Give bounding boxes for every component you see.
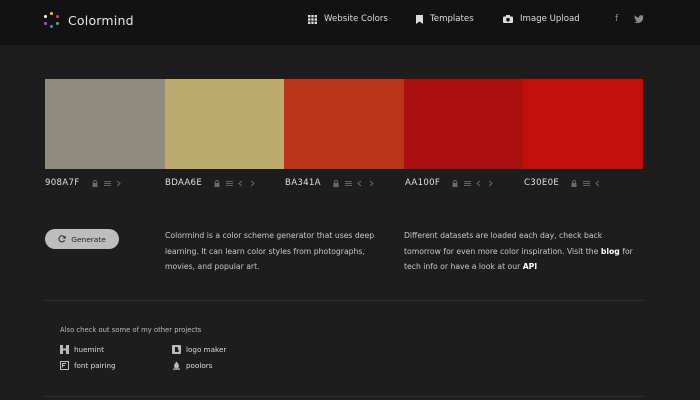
chevron-left-icon[interactable] [476, 180, 482, 187]
brand-name: Colormind [68, 12, 134, 28]
font-pairing-icon [60, 361, 69, 370]
project-link-huemint[interactable]: huemint [60, 345, 104, 354]
section-divider [45, 300, 643, 301]
chevron-left-icon[interactable] [357, 180, 363, 187]
refresh-icon [58, 235, 66, 243]
nav-image-upload-label: Image Upload [520, 14, 580, 24]
project-link-logo-maker[interactable]: logo maker [172, 345, 226, 354]
project-label: huemint [74, 345, 104, 354]
adjust-icon[interactable] [583, 180, 591, 187]
project-label: poolors [186, 361, 213, 370]
project-link-font-pairing[interactable]: font pairing [60, 361, 116, 370]
footer-divider [45, 396, 643, 397]
adjust-icon[interactable] [464, 180, 472, 187]
palette-swatches [45, 79, 643, 169]
nav-website-colors-label: Website Colors [324, 14, 388, 24]
bookmark-icon [416, 14, 423, 24]
hex-value[interactable]: AA100F [405, 178, 440, 188]
blog-link[interactable]: blog [601, 247, 620, 256]
chevron-left-icon[interactable] [595, 180, 601, 187]
chevron-right-icon[interactable] [488, 180, 494, 187]
lock-icon[interactable] [333, 179, 339, 187]
hex-value[interactable]: C30E0E [524, 178, 559, 188]
lock-icon[interactable] [452, 179, 458, 187]
colormind-logo-icon [44, 12, 60, 28]
project-label: logo maker [186, 345, 227, 354]
adjust-icon[interactable] [344, 180, 352, 187]
color-swatch-2[interactable] [164, 79, 285, 169]
project-link-poolors[interactable]: poolors [172, 361, 212, 370]
nav-image-upload[interactable]: Image Upload [503, 14, 580, 24]
projects-heading: Also check out some of my other projects [60, 326, 202, 334]
grid-icon [308, 14, 317, 24]
huemint-icon [60, 345, 69, 354]
lock-icon[interactable] [571, 179, 577, 187]
hex-value[interactable]: BDAA6E [165, 178, 202, 188]
color-swatch-4[interactable] [403, 79, 524, 169]
lock-icon[interactable] [214, 179, 220, 187]
color-swatch-3[interactable] [284, 79, 404, 169]
adjust-icon[interactable] [226, 180, 234, 187]
adjust-icon[interactable] [103, 180, 111, 187]
nav-templates[interactable]: Templates [416, 14, 474, 24]
twitter-icon[interactable] [634, 15, 644, 23]
swatch-controls-3: BA341A [285, 178, 375, 188]
description-right-text-1: Different datasets are loaded each day, … [404, 231, 603, 256]
top-bar: Colormind Website Colors Templates Image… [0, 0, 700, 45]
hex-value[interactable]: BA341A [285, 178, 321, 188]
api-link[interactable]: API [523, 262, 537, 271]
project-label: font pairing [74, 361, 116, 370]
facebook-icon[interactable]: f [615, 14, 618, 24]
swatch-controls-5: C30E0E [524, 178, 601, 188]
chevron-right-icon[interactable] [116, 180, 122, 187]
hex-value[interactable]: 908A7F [45, 178, 80, 188]
swatch-controls-1: 908A7F [45, 178, 122, 188]
color-swatch-5[interactable] [523, 79, 643, 169]
poolors-icon [173, 361, 180, 370]
camera-icon [503, 15, 513, 23]
nav-templates-label: Templates [430, 14, 474, 24]
swatch-controls-2: BDAA6E [165, 178, 256, 188]
chevron-left-icon[interactable] [238, 180, 244, 187]
generate-button[interactable]: Generate [45, 229, 119, 249]
chevron-right-icon[interactable] [250, 180, 256, 187]
description-left: Colormind is a color scheme generator th… [165, 231, 375, 271]
color-swatch-1[interactable] [45, 79, 165, 169]
description-right: Different datasets are loaded each day, … [404, 228, 636, 275]
lock-icon[interactable] [92, 179, 98, 187]
nav-website-colors[interactable]: Website Colors [308, 14, 388, 24]
chevron-right-icon[interactable] [369, 180, 375, 187]
brand-logo[interactable]: Colormind [44, 12, 134, 28]
swatch-controls-4: AA100F [405, 178, 494, 188]
generate-button-label: Generate [71, 234, 106, 244]
logo-maker-icon [172, 345, 181, 354]
